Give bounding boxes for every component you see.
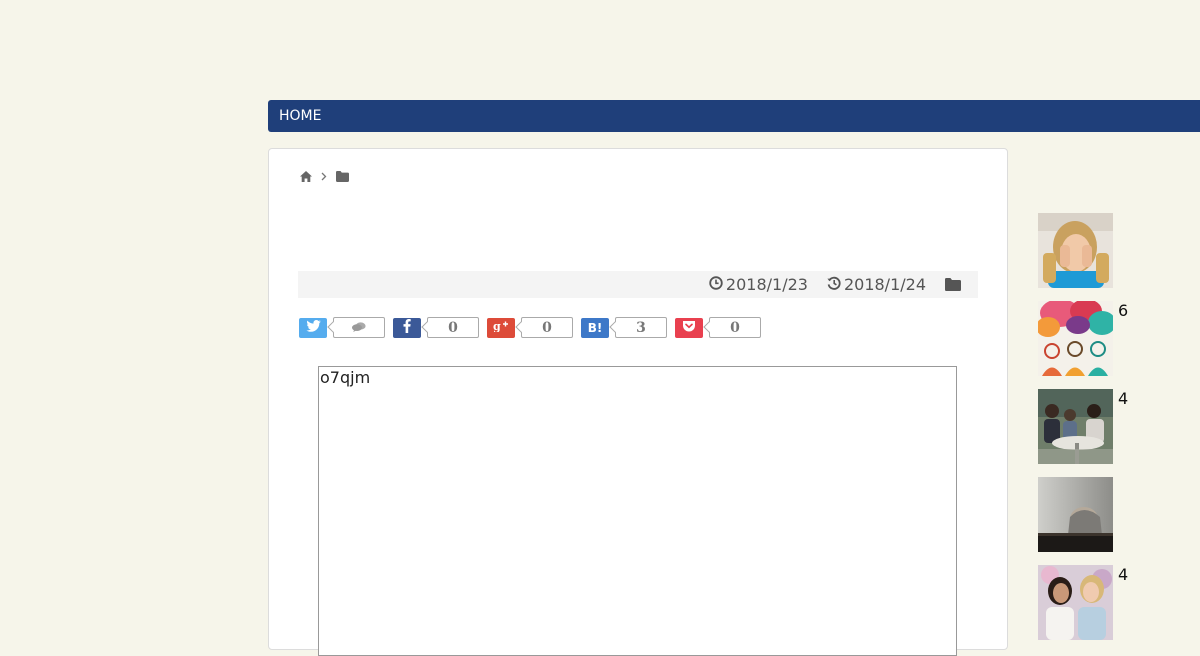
article-card: 2018/1/23 2018/1/24 0 g 0 B! 3 0 o7qjm [268, 148, 1008, 656]
twitter-share-button[interactable] [299, 317, 327, 338]
twitter-icon [305, 320, 321, 335]
published-date-text: 2018/1/23 [725, 275, 808, 294]
thumbnail-image [1038, 301, 1113, 376]
content-textarea[interactable]: o7qjm [318, 366, 957, 656]
updated-date-text: 2018/1/24 [843, 275, 926, 294]
sidebar-item[interactable]: 4 [1038, 565, 1168, 640]
sidebar-item[interactable]: 6 [1038, 301, 1168, 376]
googleplus-share-button[interactable]: g [487, 317, 515, 338]
pocket-icon [682, 320, 696, 336]
googleplus-icon: g [493, 320, 509, 335]
thumbnail-image [1038, 477, 1113, 552]
sidebar-item-number: 4 [1118, 389, 1129, 408]
pocket-count[interactable]: 0 [709, 317, 761, 338]
updated-date: 2018/1/24 [827, 275, 926, 294]
twitter-share [299, 317, 385, 338]
share-buttons: 0 g 0 B! 3 0 [299, 317, 769, 338]
sidebar-item-number: 4 [1118, 565, 1129, 584]
breadcrumb [300, 171, 349, 182]
comment-icon [352, 320, 366, 336]
folder-icon[interactable] [336, 171, 349, 182]
history-icon [827, 275, 844, 294]
nav-home-link[interactable]: HOME [279, 108, 321, 124]
hatena-bookmark-icon: B! [587, 320, 603, 335]
post-meta-bar: 2018/1/23 2018/1/24 [298, 271, 978, 298]
googleplus-share: g 0 [487, 317, 573, 338]
pocket-share: 0 [675, 317, 761, 338]
hatena-share: B! 3 [581, 317, 667, 338]
chevron-right-icon [321, 172, 327, 181]
facebook-share: 0 [393, 317, 479, 338]
thumbnail-image [1038, 213, 1113, 288]
hatena-count[interactable]: 3 [615, 317, 667, 338]
thumbnail-image [1038, 389, 1113, 464]
pocket-share-button[interactable] [675, 317, 703, 338]
sidebar-item[interactable] [1038, 477, 1168, 552]
sidebar-item-number: 6 [1118, 301, 1129, 320]
published-date: 2018/1/23 [709, 275, 808, 294]
clock-icon [709, 275, 726, 294]
sidebar-item[interactable]: 4 [1038, 389, 1168, 464]
hatena-bookmark-button[interactable]: B! [581, 317, 609, 338]
twitter-count[interactable] [333, 317, 385, 338]
category-folder-icon[interactable] [945, 278, 964, 291]
googleplus-count[interactable]: 0 [521, 317, 573, 338]
facebook-icon [403, 319, 411, 336]
facebook-share-button[interactable] [393, 317, 421, 338]
home-icon[interactable] [300, 171, 312, 182]
facebook-count[interactable]: 0 [427, 317, 479, 338]
global-nav: HOME [268, 100, 1200, 132]
sidebar-item[interactable] [1038, 213, 1168, 288]
thumbnail-image [1038, 565, 1113, 640]
svg-text:g: g [493, 320, 501, 332]
